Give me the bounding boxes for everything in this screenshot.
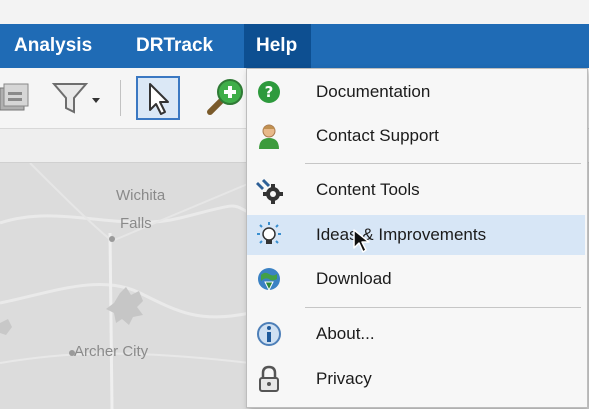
help-menu-dropdown: ? Documentation Contact Support Content …: [246, 68, 588, 408]
info-icon: [255, 320, 283, 348]
toolbar-divider: [120, 80, 121, 116]
menu-analysis[interactable]: Analysis: [14, 24, 92, 68]
menu-item-contact-support[interactable]: Contact Support: [247, 116, 585, 156]
menu-item-download[interactable]: Download: [247, 259, 585, 299]
menu-bar: Analysis DRTrack Help: [0, 24, 589, 68]
map-label-falls: Falls: [120, 215, 152, 232]
contact-support-label: Contact Support: [316, 126, 439, 145]
documentation-label: Documentation: [316, 82, 431, 101]
menu-separator: [305, 307, 581, 308]
globe-download-icon: [255, 265, 283, 293]
support-person-icon: [255, 122, 283, 150]
question-icon: ?: [255, 78, 283, 106]
map-label-wichita: Wichita: [116, 187, 166, 204]
ideas-improvements-label: Ideas & Improvements: [316, 225, 487, 244]
mouse-cursor-icon: [352, 228, 374, 254]
menu-drtrack[interactable]: DRTrack: [136, 24, 213, 68]
svg-text:?: ?: [265, 83, 274, 101]
menu-help[interactable]: Help: [244, 24, 312, 68]
menu-item-content-tools[interactable]: Content Tools: [247, 170, 585, 210]
layers-icon[interactable]: [0, 78, 34, 116]
menu-item-ideas-improvements[interactable]: Ideas & Improvements: [247, 215, 585, 255]
padlock-icon: [255, 365, 283, 393]
menu-separator: [305, 163, 581, 164]
menu-item-privacy[interactable]: Privacy: [247, 359, 585, 399]
select-arrow-icon[interactable]: [136, 76, 180, 120]
filter-icon[interactable]: [50, 80, 106, 116]
tools-gear-icon: [255, 176, 283, 204]
privacy-label: Privacy: [316, 369, 372, 388]
menu-item-documentation[interactable]: ? Documentation: [247, 72, 585, 112]
window-top-strip: [0, 0, 589, 24]
lightbulb-icon: [255, 221, 283, 249]
map-label-archer-city: Archer City: [74, 343, 149, 360]
zoom-in-icon[interactable]: [200, 76, 246, 120]
content-tools-label: Content Tools: [316, 180, 420, 199]
about-label: About...: [316, 324, 375, 343]
menu-item-about[interactable]: About...: [247, 314, 585, 354]
download-label: Download: [316, 269, 392, 288]
